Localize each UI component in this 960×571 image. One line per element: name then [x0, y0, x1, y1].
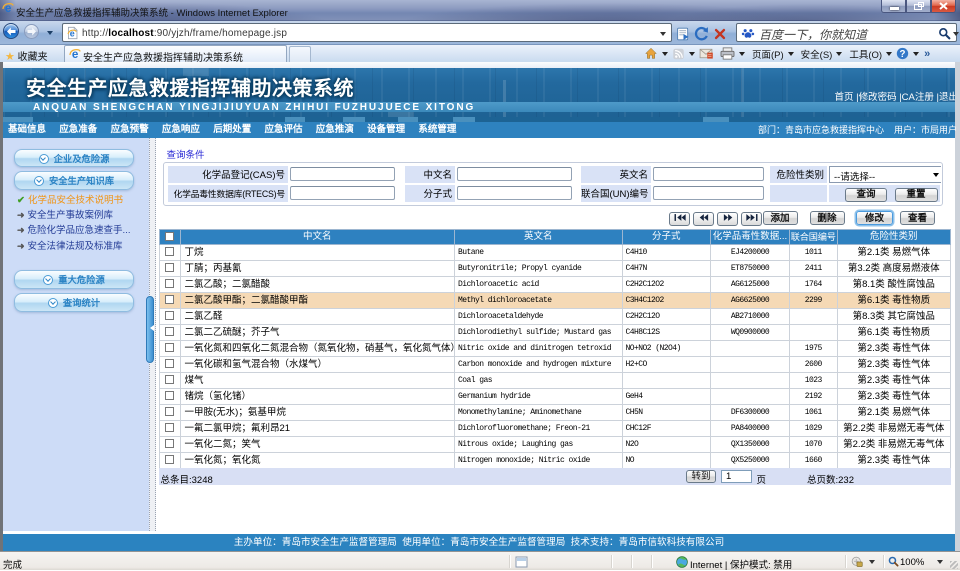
svg-text:?: ? [900, 49, 906, 60]
